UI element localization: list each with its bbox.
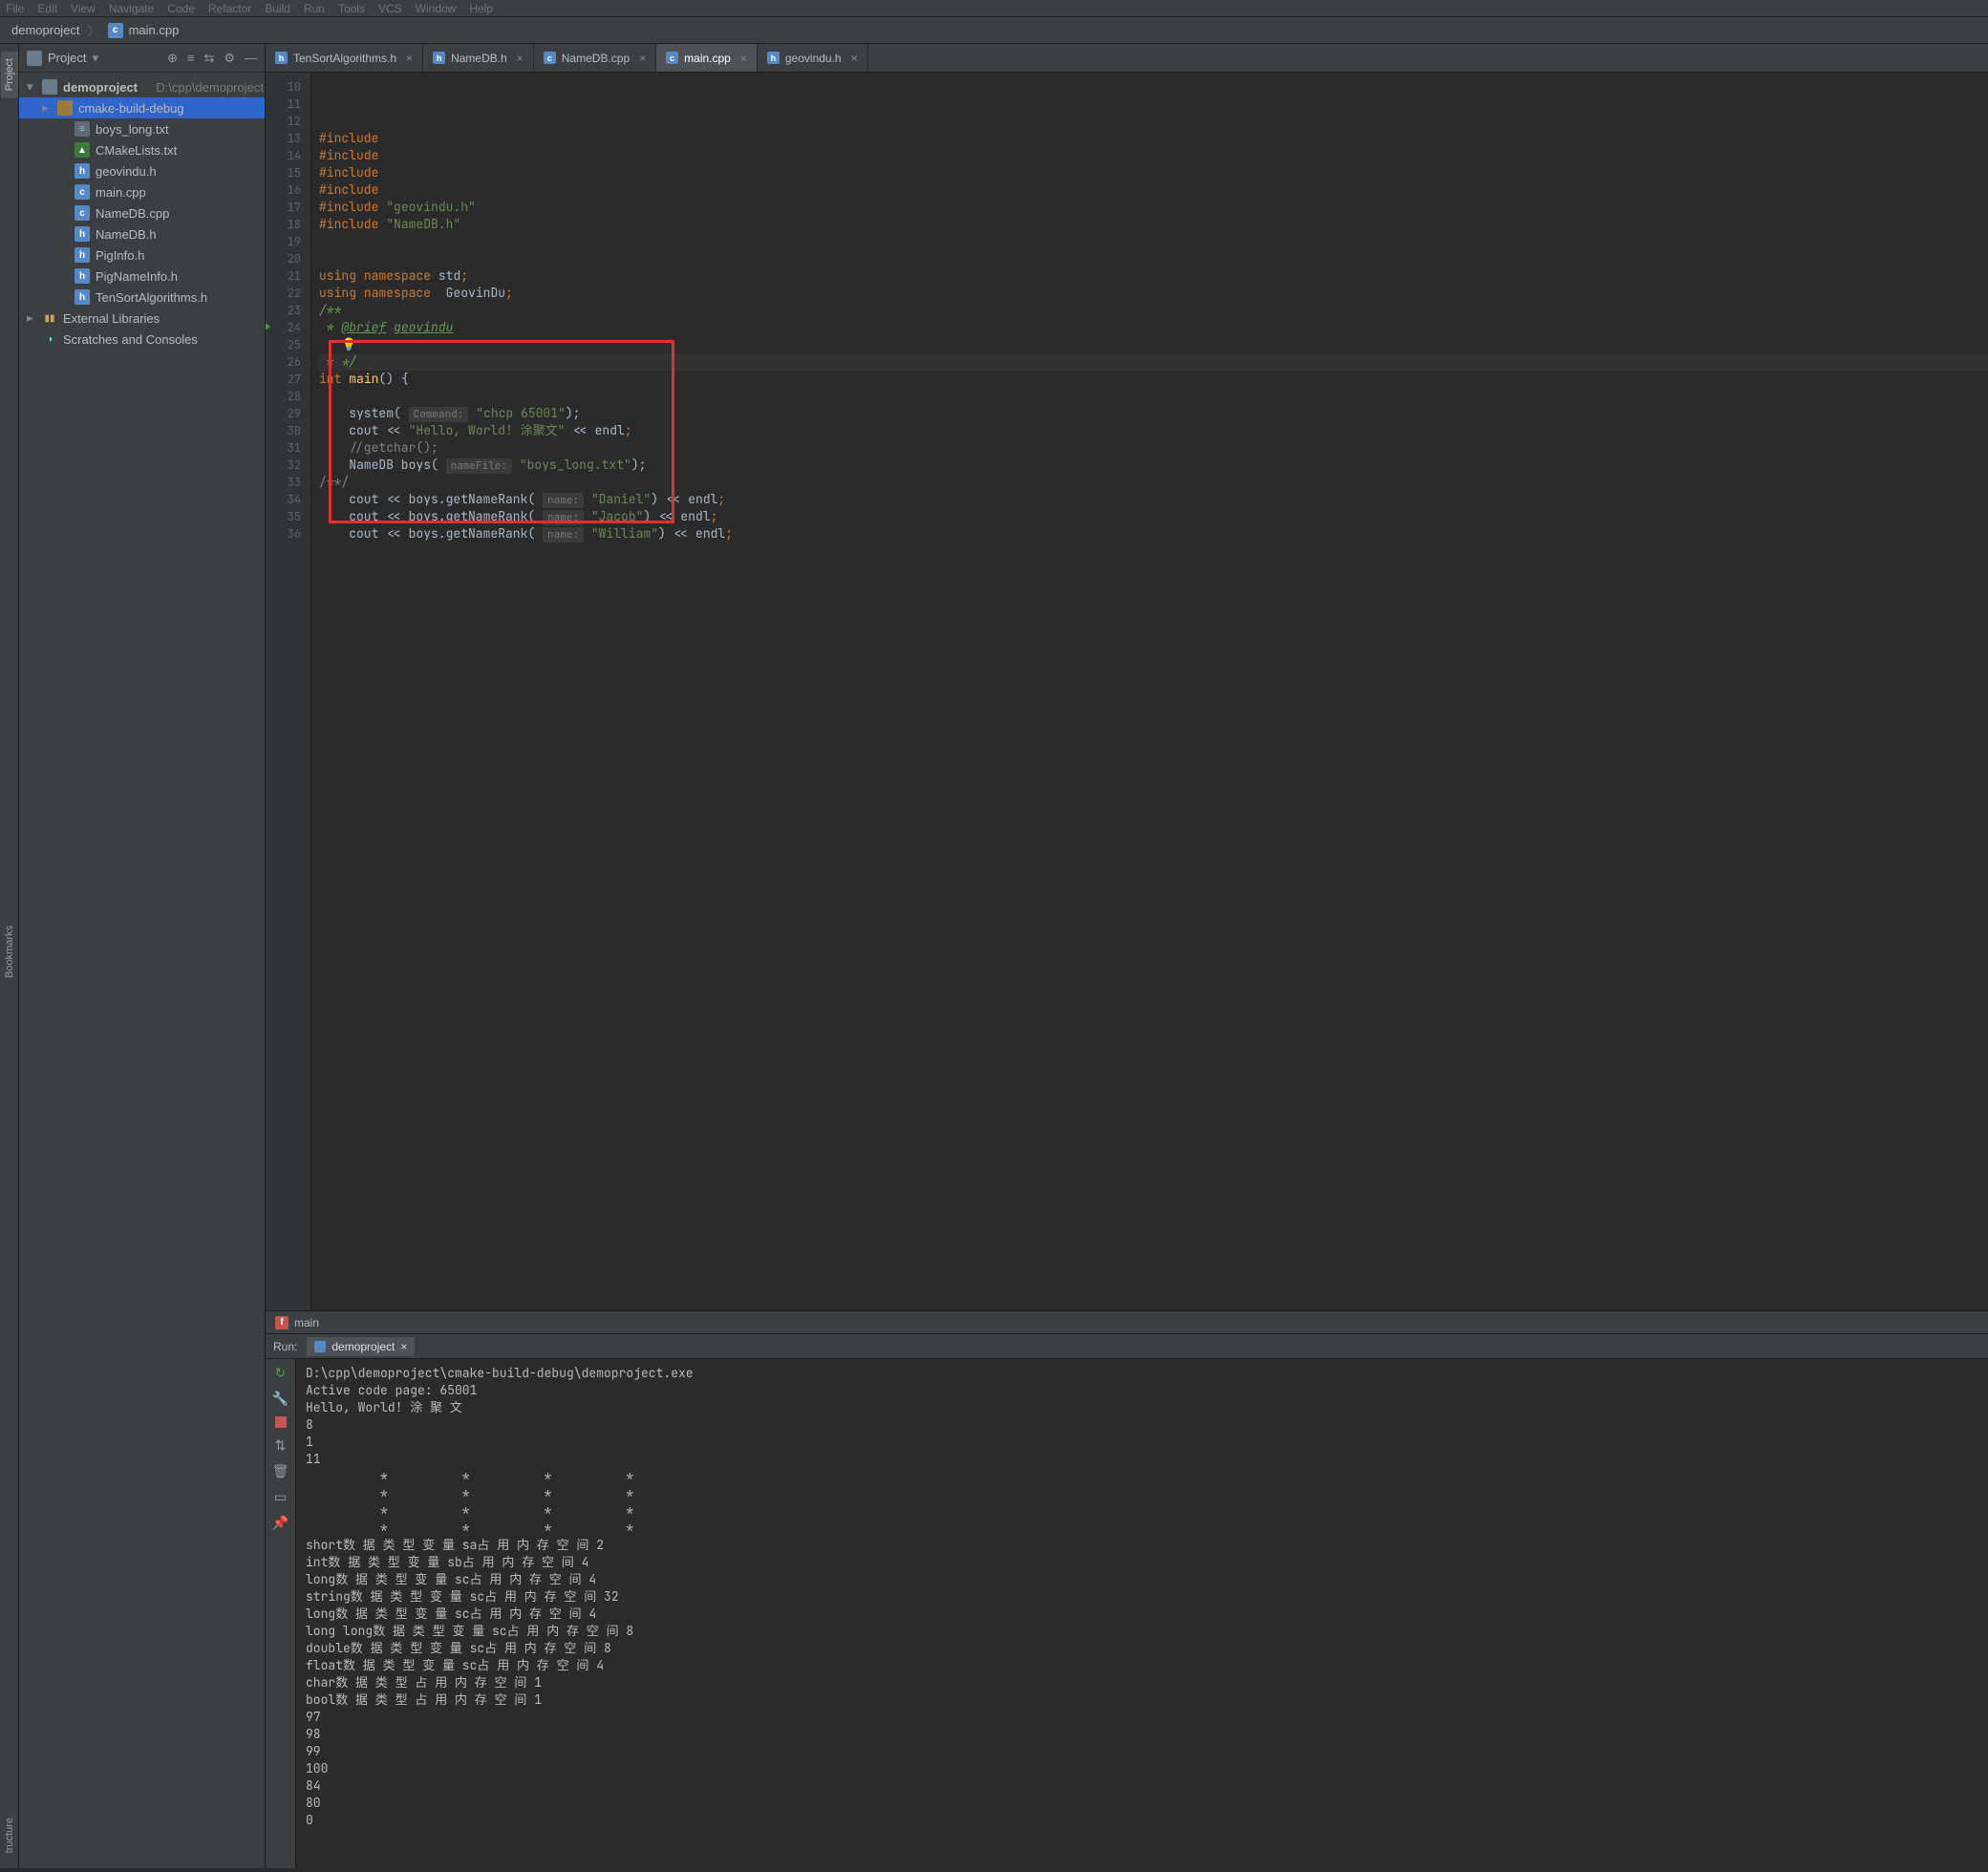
split-icon[interactable]: ▭ xyxy=(274,1489,287,1505)
menu-tools[interactable]: Tools xyxy=(338,2,365,15)
close-icon[interactable]: × xyxy=(406,52,413,65)
file-icon: ≡ xyxy=(75,121,90,137)
navigation-bar: demoproject 〉 cmain.cpp xyxy=(0,17,1988,44)
editor-tab[interactable]: cmain.cpp× xyxy=(656,44,758,72)
editor-tab[interactable]: hNameDB.h× xyxy=(423,44,534,72)
scratch-icon: ◑ xyxy=(42,331,57,347)
file-icon: h xyxy=(275,52,288,64)
file-icon: h xyxy=(767,52,780,64)
file-icon: c xyxy=(75,184,90,200)
wrench-icon[interactable]: 🔧 xyxy=(272,1391,289,1407)
left-gutter: Project Bookmarks tructure xyxy=(0,44,19,1868)
breadcrumb-bar: f main xyxy=(266,1310,1988,1333)
file-icon: ▲ xyxy=(75,142,90,158)
tree-file[interactable]: hgeovindu.h xyxy=(19,160,265,181)
tree-cmake-folder[interactable]: ▸cmake-build-debug xyxy=(19,97,265,118)
settings-icon[interactable]: ⚙ xyxy=(224,51,235,66)
structure-tool-tab[interactable]: tructure xyxy=(2,1812,17,1859)
folder-icon xyxy=(27,51,42,66)
menu-code[interactable]: Code xyxy=(167,2,195,15)
file-icon: h xyxy=(75,289,90,305)
file-icon: c xyxy=(544,52,556,64)
tree-file[interactable]: hPigNameInfo.h xyxy=(19,266,265,287)
file-icon: c xyxy=(666,52,678,64)
fn-badge-icon: f xyxy=(275,1316,289,1330)
tree-ext-libraries[interactable]: ▸▮▮External Libraries xyxy=(19,308,265,329)
pin-icon[interactable]: 📌 xyxy=(272,1515,289,1531)
menu-vcs[interactable]: VCS xyxy=(378,2,402,15)
tree-root[interactable]: ▾demoproject D:\cpp\demoproject xyxy=(19,76,265,97)
menu-refactor[interactable]: Refactor xyxy=(208,2,251,15)
run-config-tab[interactable]: demoproject× xyxy=(307,1337,415,1356)
hide-icon[interactable]: — xyxy=(245,51,257,66)
run-label: Run: xyxy=(273,1340,297,1353)
project-combo[interactable]: Project ▾ xyxy=(27,51,98,66)
tree-file[interactable]: hNameDB.h xyxy=(19,223,265,245)
menu-edit[interactable]: Edit xyxy=(37,2,57,15)
close-icon[interactable]: × xyxy=(639,52,646,65)
folder-icon xyxy=(57,100,73,116)
menu-build[interactable]: Build xyxy=(265,2,290,15)
editor-tab[interactable]: hTenSortAlgorithms.h× xyxy=(266,44,423,72)
expand-icon[interactable]: ≡ xyxy=(187,51,195,66)
close-icon[interactable]: × xyxy=(400,1340,407,1353)
file-icon: h xyxy=(75,226,90,242)
console-output[interactable]: D:\cpp\demoproject\cmake-build-debug\dem… xyxy=(296,1359,1988,1868)
nav-project[interactable]: demoproject xyxy=(11,23,80,37)
exe-icon xyxy=(314,1341,326,1352)
nav-sep-icon: 〉 xyxy=(88,21,100,39)
editor-tabs: hTenSortAlgorithms.h×hNameDB.h×cNameDB.c… xyxy=(266,44,1988,73)
editor-tab[interactable]: cNameDB.cpp× xyxy=(534,44,656,72)
breadcrumb-fn[interactable]: main xyxy=(294,1316,319,1330)
file-icon: c xyxy=(75,205,90,221)
editor[interactable]: 1011121314151617181920212223242526272829… xyxy=(266,73,1988,1310)
menu-file[interactable]: File xyxy=(6,2,24,15)
folder-icon xyxy=(42,79,57,95)
file-icon: h xyxy=(75,268,90,284)
tree-file[interactable]: hPigInfo.h xyxy=(19,245,265,266)
gutter[interactable]: 1011121314151617181920212223242526272829… xyxy=(266,73,311,1310)
library-icon: ▮▮ xyxy=(42,310,57,326)
menu-help[interactable]: Help xyxy=(469,2,493,15)
stop-icon[interactable] xyxy=(275,1416,287,1428)
file-icon: h xyxy=(75,247,90,263)
collapse-icon[interactable]: ⇆ xyxy=(203,51,214,66)
trash-icon[interactable]: 🗑 xyxy=(272,1463,289,1479)
file-icon: h xyxy=(75,163,90,179)
cpp-icon: c xyxy=(108,23,123,38)
menu-run[interactable]: Run xyxy=(304,2,325,15)
editor-tab[interactable]: hgeovindu.h× xyxy=(758,44,868,72)
tree-file[interactable]: ≡boys_long.txt xyxy=(19,118,265,139)
rerun-icon[interactable]: ↻ xyxy=(275,1365,287,1381)
menu-window[interactable]: Window xyxy=(416,2,457,15)
project-tree[interactable]: ▾demoproject D:\cpp\demoproject ▸cmake-b… xyxy=(19,73,265,1868)
close-icon[interactable]: × xyxy=(740,52,747,65)
project-panel: Project ▾ ⊕ ≡ ⇆ ⚙ — ▾demoproject D:\cpp\… xyxy=(19,44,266,1868)
bookmarks-tool-tab[interactable]: Bookmarks xyxy=(2,920,17,984)
project-tool-tab[interactable]: Project xyxy=(1,52,18,97)
project-panel-header: Project ▾ ⊕ ≡ ⇆ ⚙ — xyxy=(19,44,265,73)
close-icon[interactable]: × xyxy=(851,52,858,65)
tree-file[interactable]: cmain.cpp xyxy=(19,181,265,202)
layout-icon[interactable]: ⇅ xyxy=(275,1437,287,1454)
menu-view[interactable]: View xyxy=(71,2,96,15)
tree-file[interactable]: cNameDB.cpp xyxy=(19,202,265,223)
run-tool-window: Run: demoproject× ↻ 🔧 ⇅ 🗑 ▭ 📌 D:\cpp\dem… xyxy=(266,1333,1988,1868)
menu-navigate[interactable]: Navigate xyxy=(109,2,154,15)
menu-bar: File Edit View Navigate Code Refactor Bu… xyxy=(0,0,1988,17)
tree-file[interactable]: ▲CMakeLists.txt xyxy=(19,139,265,160)
file-icon: h xyxy=(433,52,445,64)
tree-file[interactable]: hTenSortAlgorithms.h xyxy=(19,287,265,308)
nav-file[interactable]: cmain.cpp xyxy=(108,23,180,38)
code-area[interactable]: #include#include#include#include#include… xyxy=(311,73,1988,1310)
close-icon[interactable]: × xyxy=(517,52,524,65)
tree-scratches[interactable]: ◑Scratches and Consoles xyxy=(19,329,265,350)
run-toolbar: ↻ 🔧 ⇅ 🗑 ▭ 📌 xyxy=(266,1359,296,1868)
locate-icon[interactable]: ⊕ xyxy=(167,51,178,66)
